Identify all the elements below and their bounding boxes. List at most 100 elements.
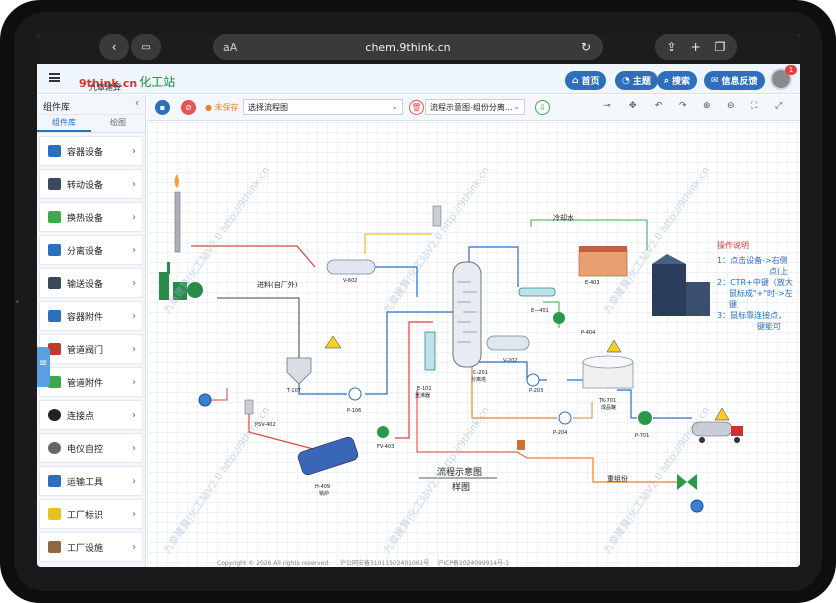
sidebar-item-label: 工厂标识 xyxy=(67,510,104,521)
app-header: 9think.cn 化工站 九章建算 ⌂ 首页 ◔ 主题 ⌕ 搜索 ✉ 信息反馈 1 xyxy=(37,64,800,94)
undo-icon[interactable]: ↶ xyxy=(655,101,663,111)
sidebar-item-10[interactable]: 电仪自控 › xyxy=(39,433,143,463)
drawer-handle[interactable] xyxy=(37,347,50,387)
sidebar-item-label: 管道阀门 xyxy=(67,345,104,356)
flow-select-value: 选择流程图 xyxy=(248,103,288,112)
sidebar-item-8[interactable]: 管道附件 › xyxy=(39,367,143,397)
ops-title: 操作说明 xyxy=(717,241,749,250)
sidebar-item-3[interactable]: 换热设备 › xyxy=(39,202,143,232)
logo-cn: 化工站 xyxy=(139,75,176,89)
pump-p204-icon[interactable] xyxy=(558,411,572,425)
label-feed: 进料(自厂外) xyxy=(257,281,298,289)
move-tool-icon[interactable]: ✥ xyxy=(629,101,637,111)
fit-screen-icon[interactable]: ⛶ xyxy=(751,101,757,111)
tab-drawing[interactable]: 绘图 xyxy=(91,115,145,132)
link-tool-icon[interactable]: ⊸ xyxy=(603,101,611,111)
sidebar-item-12[interactable]: 工厂标识 › xyxy=(39,499,143,529)
menu-icon[interactable] xyxy=(49,73,60,82)
footer-beian1[interactable]: 沪公网安备31011502401061号 xyxy=(340,560,429,567)
delete-icon[interactable]: 🗑 xyxy=(409,100,424,115)
nav-search-button[interactable]: ⌕ 搜索 xyxy=(657,71,698,90)
reload-icon[interactable]: ↻ xyxy=(581,40,591,54)
fullscreen-icon[interactable]: ⤢ xyxy=(775,101,782,111)
outlet-connector-icon[interactable] xyxy=(690,499,704,513)
label-p203: P-203 xyxy=(529,388,544,394)
nav-home-button[interactable]: ⌂ 首页 xyxy=(565,71,607,90)
sidebar-item-label: 管道附件 xyxy=(67,378,104,389)
ops-line: 3：鼠标靠连接点， xyxy=(717,311,787,320)
logo-sub: 九章建算 xyxy=(89,83,121,92)
label-c201: C-201 xyxy=(473,370,488,376)
condenser-e401-icon[interactable] xyxy=(518,287,556,297)
sidebar-item-4[interactable]: 分离设备 › xyxy=(39,235,143,265)
ops-line: 点(上 xyxy=(769,267,789,276)
new-tab-icon[interactable]: + xyxy=(691,40,701,54)
diagram-canvas[interactable]: V-602 进料(自厂外) T-107 P-106 PSV-402 FV-403… xyxy=(147,122,800,567)
nav-theme-button[interactable]: ◔ 主题 xyxy=(615,71,658,90)
ops-line: 键能可 xyxy=(757,322,781,331)
sidebar-item-1[interactable]: 容器设备 › xyxy=(39,136,143,166)
address-bar[interactable]: aA chem.9think.cn ↻ xyxy=(213,34,603,60)
connector-icon xyxy=(48,409,61,421)
zoom-out-icon[interactable]: ⊖ xyxy=(727,101,735,111)
back-button[interactable]: ‹ xyxy=(99,34,129,60)
label-e101b: 重沸器 xyxy=(415,393,431,399)
component-panel: 组件库 ‹ 组件库 绘图 容器设备 › 转动设备 › 换热设备 › 分离设备 › 输送设备 › 容器… xyxy=(37,95,146,567)
browser-toolbar: ‹ ▭ aA chem.9think.cn ↻ ⇪ + ❐ xyxy=(37,34,800,64)
sidebar-item-2[interactable]: 转动设备 › xyxy=(39,169,143,199)
sidebar-item-9[interactable]: 连接点 › xyxy=(39,400,143,430)
nav-feedback-button[interactable]: ✉ 信息反馈 xyxy=(704,71,765,90)
clear-icon[interactable]: ⊘ xyxy=(181,100,196,115)
label-tk701b: 成品罐 xyxy=(601,405,617,411)
label-c201b: 分离塔 xyxy=(471,377,487,383)
save-icon[interactable]: ▪ xyxy=(155,100,170,115)
flow-subtitle: 样图 xyxy=(452,483,471,493)
sidebar-item-13[interactable]: 工厂设施 › xyxy=(39,532,143,562)
boiler-h409-icon[interactable] xyxy=(297,436,360,477)
pump-p203-icon[interactable] xyxy=(526,373,540,387)
footer-beian2[interactable]: 沪ICP备2024099914号-1 xyxy=(437,560,509,567)
text-size-button[interactable]: aA xyxy=(223,41,237,54)
sidebar-item-7[interactable]: 管道阀门 › xyxy=(39,334,143,364)
valve-icon[interactable] xyxy=(677,474,687,490)
notification-badge: 1 xyxy=(785,65,797,75)
valve-fv403-icon[interactable] xyxy=(377,426,389,438)
pump-p106-icon[interactable] xyxy=(348,387,362,401)
zoom-in-icon[interactable]: ⊕ xyxy=(703,101,711,111)
tank-tk701-icon[interactable] xyxy=(582,355,634,389)
tabs-icon[interactable]: ❐ xyxy=(715,40,726,54)
flare-stack-icon[interactable] xyxy=(174,191,181,253)
sidebar-item-5[interactable]: 输送设备 › xyxy=(39,268,143,298)
book-icon: ▭ xyxy=(141,41,151,53)
tab-components[interactable]: 组件库 xyxy=(37,115,91,132)
export-icon[interactable]: ⇩ xyxy=(535,100,550,115)
reader-button[interactable]: ▭ xyxy=(131,34,161,60)
share-icon[interactable]: ⇪ xyxy=(667,40,677,54)
redo-icon[interactable]: ↷ xyxy=(679,101,687,111)
sidebar-item-11[interactable]: 运输工具 › xyxy=(39,466,143,496)
label-e101: E-101 xyxy=(417,386,432,392)
building-icon[interactable] xyxy=(652,254,710,316)
vessel-v602-icon[interactable] xyxy=(326,259,376,275)
column-c201-icon[interactable] xyxy=(452,261,482,368)
tank-t107-icon[interactable] xyxy=(286,357,312,385)
pipe-t107 xyxy=(298,384,347,395)
collapse-icon[interactable]: ‹ xyxy=(135,98,139,109)
pump-p701-icon[interactable] xyxy=(638,411,652,425)
site-logo[interactable]: 9think.cn 化工站 九章建算 xyxy=(79,68,176,92)
sidebar-item-6[interactable]: 容器附件 › xyxy=(39,301,143,331)
instrument-icon xyxy=(48,442,61,454)
home-icon: ⌂ xyxy=(572,75,579,86)
sample-valve-icon[interactable] xyxy=(517,440,525,450)
inlet-connector-icon[interactable] xyxy=(198,393,212,407)
flow-select[interactable]: 选择流程图 ⌄ xyxy=(243,99,403,115)
reboiler-e101-icon[interactable] xyxy=(424,331,436,371)
diagram-select[interactable]: 流程示意图-组份分离... ⌄ xyxy=(425,99,525,115)
label-p106: P-106 xyxy=(347,408,362,414)
pump-p404-icon[interactable] xyxy=(553,312,565,324)
cooling-tower-e403-icon[interactable] xyxy=(578,246,628,277)
chevron-right-icon: › xyxy=(132,211,136,223)
vessel-v202-icon[interactable] xyxy=(486,335,530,351)
pipe-cooling-in xyxy=(530,219,648,250)
flame-icon xyxy=(174,174,179,188)
